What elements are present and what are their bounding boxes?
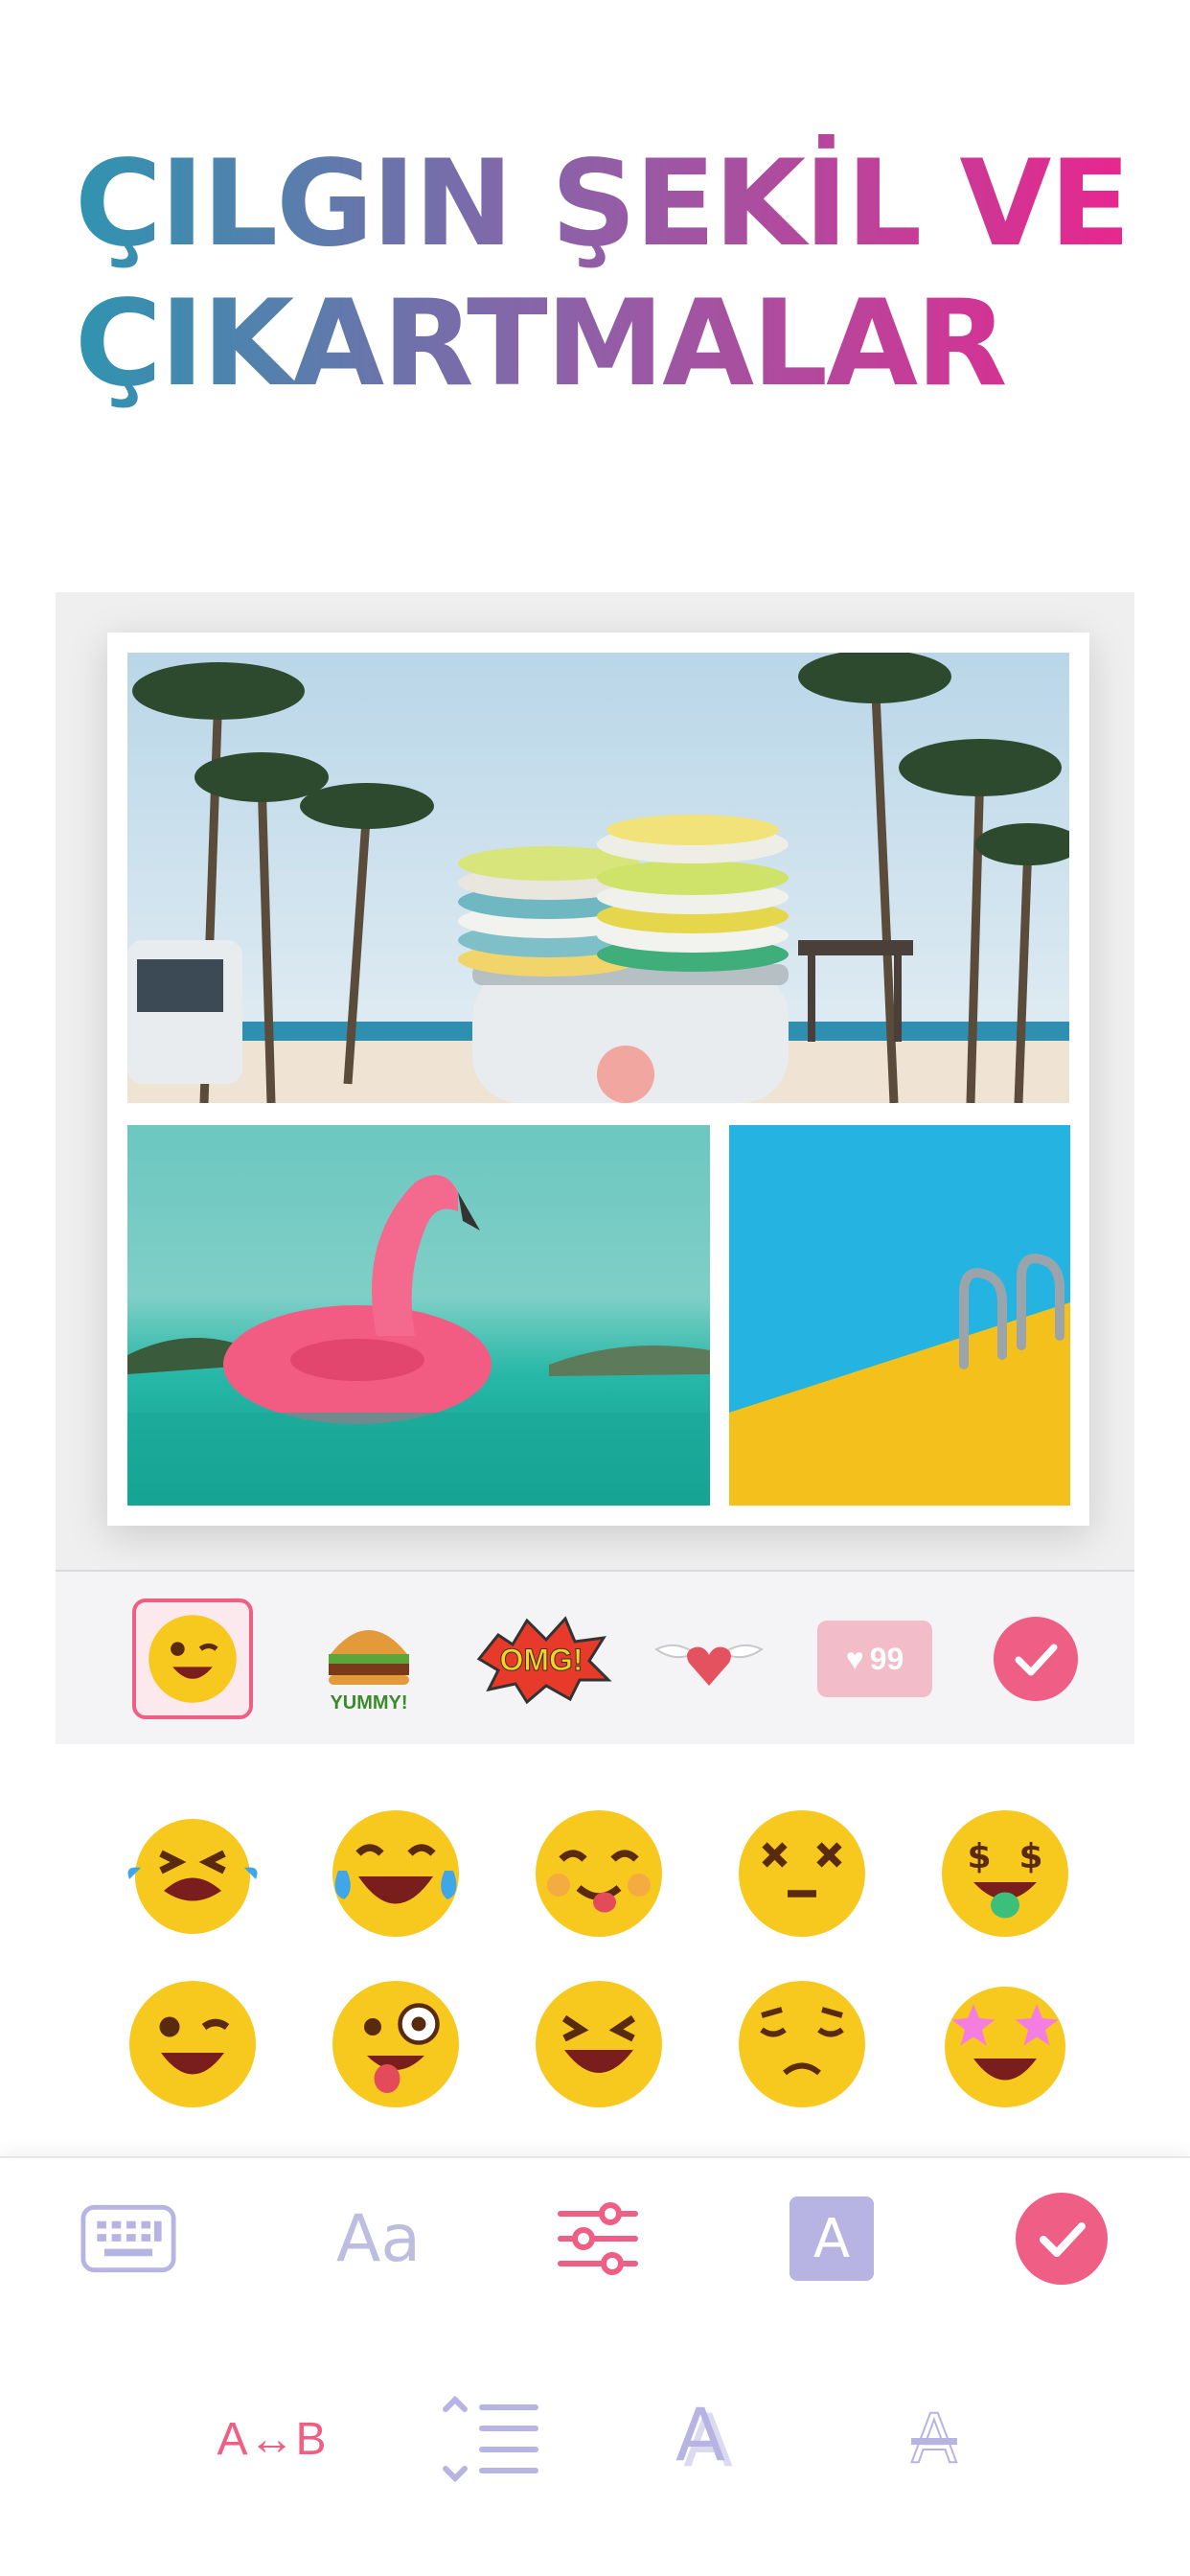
sticker-category-love[interactable] [642, 1598, 776, 1719]
svg-text:$: $ [1018, 1837, 1042, 1876]
sticker-category-food[interactable]: YUMMY! [309, 1598, 429, 1719]
photo-collage [107, 632, 1089, 1526]
omg-sticker-icon: OMG! [476, 1616, 612, 1705]
flamingo-photo[interactable] [127, 1125, 710, 1506]
text-style-label: A [790, 2196, 874, 2281]
omg-label: OMG! [499, 1643, 583, 1677]
headline-line-2: ÇIKARTMALAR [75, 275, 1006, 413]
heart-icon: ♥ [845, 1641, 864, 1676]
sticker-category-bar: YUMMY! OMG! ♥ 99 [56, 1570, 1134, 1746]
text-outline-icon: A [910, 2399, 958, 2479]
outline-button[interactable]: A [891, 2386, 977, 2492]
yum-tongue-emoji[interactable] [527, 1802, 671, 1945]
text-editor-toolbar: Aa A [0, 2156, 1190, 2321]
winged-heart-icon [654, 1644, 764, 1686]
checkmark-icon [1016, 2193, 1108, 2285]
wink-emoji[interactable] [121, 1972, 264, 2116]
shadow-button[interactable]: A A [671, 2386, 757, 2492]
text-shadow-icon: A A [675, 2392, 733, 2483]
done-button[interactable] [1014, 2193, 1110, 2285]
checkmark-icon [994, 1617, 1078, 1701]
pensive-emoji[interactable] [730, 1972, 874, 2116]
font-label: Aa [335, 2200, 422, 2277]
keyboard-button[interactable] [80, 2195, 176, 2283]
sticker-category-comic[interactable]: OMG! [469, 1598, 613, 1719]
letter-spacing-button[interactable]: A↔B [205, 2386, 339, 2492]
sticker-category-social[interactable]: ♥ 99 [812, 1598, 937, 1719]
promo-headline: ÇILGIN ŞEKİL VE ÇIKARTMALAR [75, 134, 1129, 414]
emoji-grid: $ $ [56, 1744, 1134, 2156]
dizzy-eyes-emoji[interactable] [730, 1802, 874, 1945]
tears-of-joy-emoji[interactable] [324, 1802, 468, 1945]
money-mouth-emoji[interactable]: $ $ [933, 1802, 1077, 1945]
star-struck-emoji[interactable] [933, 1972, 1077, 2116]
like-count-badge: ♥ 99 [817, 1621, 932, 1697]
grinning-squint-emoji[interactable] [527, 1972, 671, 2116]
line-spacing-icon [443, 2396, 538, 2482]
like-count-label: 99 [869, 1641, 904, 1676]
svg-text:$: $ [967, 1837, 991, 1876]
text-adjust-options: A↔B A A A [0, 2319, 1190, 2576]
yummy-label: YUMMY! [330, 1692, 407, 1714]
font-button[interactable]: Aa [316, 2195, 441, 2283]
text-style-button[interactable]: A [784, 2195, 880, 2283]
sticker-category-emoji[interactable] [132, 1598, 253, 1719]
letter-spacing-label: A↔B [217, 2413, 328, 2465]
zany-face-emoji[interactable] [324, 1972, 468, 2116]
wink-emoji-icon [149, 1615, 237, 1703]
beach-photo[interactable] [127, 653, 1069, 1103]
line-spacing-button[interactable] [437, 2386, 542, 2492]
sliders-icon [558, 2202, 638, 2275]
burger-sticker-icon: YUMMY! [329, 1630, 409, 1714]
keyboard-icon [80, 2204, 176, 2273]
laughing-tears-emoji[interactable] [121, 1802, 264, 1945]
headline-line-1: ÇILGIN ŞEKİL VE [75, 135, 1130, 273]
sticker-confirm-button[interactable] [975, 1598, 1096, 1719]
adjust-button[interactable] [550, 2195, 646, 2283]
pool-photo[interactable] [729, 1125, 1070, 1506]
